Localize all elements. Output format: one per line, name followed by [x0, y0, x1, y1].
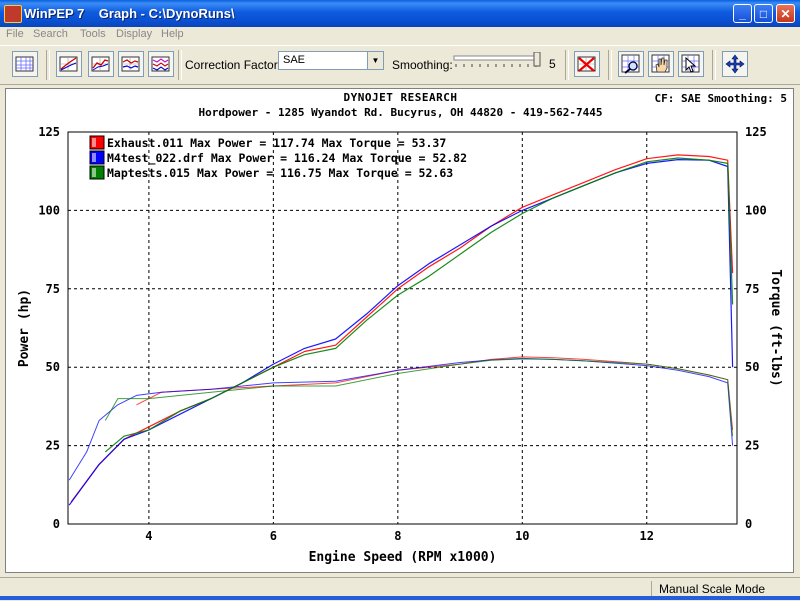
dyno-chart[interactable]: 4 6 8 10 12 0 0 25 25 50 50 75 75 100 100 125 125 Engine …: [6, 89, 794, 573]
taskbar-edge: [0, 596, 800, 600]
cursor-button[interactable]: [678, 51, 704, 77]
legend-swatch-highlight: [92, 138, 96, 147]
x-axis-title: Engine Speed (RPM x1000): [309, 550, 497, 565]
graph-icon: [151, 56, 170, 72]
y-axis-title-right: Torque (ft-lbs): [768, 269, 783, 386]
legend-entry: Exhaust.011 Max Power = 117.74 Max Torqu…: [107, 136, 446, 150]
x-tick-label: 12: [640, 529, 654, 543]
clear-graph-button[interactable]: [574, 51, 600, 77]
graph-icon: [121, 56, 140, 72]
maximize-button[interactable]: □: [754, 4, 773, 23]
slider-thumb[interactable]: [533, 52, 541, 67]
y-tick-label-right: 100: [745, 203, 767, 217]
plot-area[interactable]: [67, 131, 738, 525]
toolbar-separator: [712, 50, 716, 80]
toolbar-separator: [565, 50, 569, 80]
y-tick-label-right: 125: [745, 125, 767, 139]
move-arrows-icon: [725, 54, 745, 74]
x-tick-label: 6: [270, 529, 277, 543]
menu-search[interactable]: Search: [33, 28, 68, 40]
pan-button[interactable]: [648, 51, 674, 77]
y-tick-label-right: 0: [745, 517, 752, 531]
dropdown-arrow-icon[interactable]: ▼: [367, 52, 383, 69]
menu-display[interactable]: Display: [116, 28, 152, 40]
title-bar: WinPEP 7 Graph - C:\DynoRuns\ _ □ ✕: [0, 0, 800, 27]
clear-graph-icon: [577, 56, 596, 72]
cursor-icon: [681, 54, 700, 73]
graph-icon: [91, 56, 110, 72]
legend-swatch-highlight: [92, 153, 96, 162]
y-tick-label-right: 75: [745, 282, 759, 296]
smoothing-slider[interactable]: [452, 52, 542, 76]
autoscale-button[interactable]: [722, 51, 748, 77]
zoom-button[interactable]: [618, 51, 644, 77]
y-tick-label-left: 75: [46, 282, 60, 296]
grid-view-button[interactable]: [12, 51, 38, 77]
graph-view-1-button[interactable]: [56, 51, 82, 77]
x-tick-label: 10: [515, 529, 529, 543]
scale-mode-status: Manual Scale Mode: [659, 582, 766, 596]
legend: Exhaust.011 Max Power = 117.74 Max Torqu…: [89, 135, 467, 180]
minimize-button[interactable]: _: [733, 4, 752, 23]
legend-swatch-highlight: [92, 168, 96, 177]
graph-icon: [59, 56, 78, 72]
y-tick-label-left: 0: [53, 517, 60, 531]
smoothing-label: Smoothing:: [392, 58, 453, 72]
close-button[interactable]: ✕: [776, 4, 795, 23]
graph-view-4-button[interactable]: [148, 51, 174, 77]
graph-view-2-button[interactable]: [88, 51, 114, 77]
app-icon[interactable]: [4, 5, 22, 23]
graph-view-3-button[interactable]: [118, 51, 144, 77]
correction-factor-value: SAE: [283, 54, 306, 66]
y-tick-label-right: 50: [745, 360, 759, 374]
menu-tools[interactable]: Tools: [80, 28, 106, 40]
y-tick-label-right: 25: [745, 439, 759, 453]
toolbar-separator: [178, 50, 182, 80]
grid-icon: [15, 56, 34, 72]
legend-entry: M4test_022.drf Max Power = 116.24 Max To…: [107, 151, 467, 166]
toolbar-separator: [46, 50, 50, 80]
hand-icon: [651, 54, 670, 73]
graph-panel: DYNOJET RESEARCH Hordpower - 1285 Wyando…: [5, 88, 794, 573]
legend-entry: Maptests.015 Max Power = 116.75 Max Torq…: [107, 166, 453, 180]
y-axis-title-left: Power (hp): [17, 289, 32, 367]
menu-bar: File Search Tools Display Help: [0, 27, 800, 45]
toolbar-separator: [608, 50, 612, 80]
zoom-icon: [621, 54, 640, 74]
correction-factor-select[interactable]: SAE ▼: [278, 51, 384, 70]
menu-help[interactable]: Help: [161, 28, 184, 40]
y-tick-label-left: 50: [46, 360, 60, 374]
y-tick-label-left: 125: [38, 125, 60, 139]
toolbar: Correction Factor: SAE ▼ Smoothing: 5: [0, 45, 800, 85]
correction-factor-label: Correction Factor:: [185, 58, 282, 72]
y-tick-label-left: 25: [46, 439, 60, 453]
menu-file[interactable]: File: [6, 28, 24, 40]
window-title: WinPEP 7 Graph - C:\DynoRuns\: [24, 6, 235, 21]
x-tick-label: 8: [394, 529, 401, 543]
y-tick-label-left: 100: [38, 203, 60, 217]
x-tick-label: 4: [145, 529, 152, 543]
smoothing-value: 5: [549, 57, 556, 71]
